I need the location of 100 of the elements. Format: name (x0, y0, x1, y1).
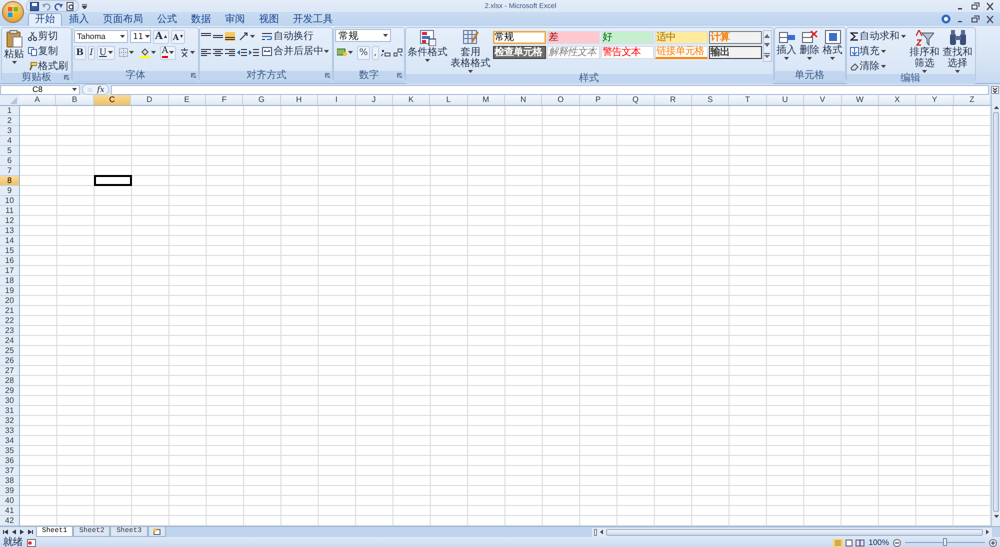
format-painter-button[interactable]: 格式刷 (26, 59, 70, 73)
scroll-right-icon[interactable] (985, 529, 990, 535)
expand-icon[interactable] (991, 86, 999, 94)
find-select-button[interactable]: 查找和 选择 (942, 29, 974, 74)
row-header[interactable]: 28 (0, 376, 19, 386)
decrease-indent-icon[interactable] (237, 48, 248, 57)
row-header[interactable]: 35 (0, 446, 19, 456)
macro-record-icon[interactable] (27, 538, 36, 546)
office-button[interactable] (3, 2, 23, 22)
number-format-dropdown[interactable]: 常规 (335, 29, 392, 42)
row-header[interactable]: 36 (0, 456, 19, 466)
insert-button[interactable]: 插入 (776, 29, 798, 61)
align-right-icon[interactable] (225, 48, 236, 57)
row-header[interactable]: 17 (0, 266, 19, 276)
column-header[interactable]: Y (916, 95, 954, 105)
column-header[interactable]: J (356, 95, 393, 105)
align-middle-icon[interactable] (213, 32, 224, 41)
italic-button[interactable]: I (88, 46, 96, 60)
dialog-launcher-icon[interactable] (396, 73, 402, 78)
row-header[interactable]: 19 (0, 286, 19, 296)
borders-button[interactable] (116, 46, 136, 60)
next-sheet-icon[interactable] (19, 529, 25, 535)
close-icon[interactable] (984, 14, 996, 24)
column-header[interactable]: G (243, 95, 281, 105)
scroll-left-icon[interactable] (599, 529, 604, 535)
column-header[interactable]: P (580, 95, 618, 105)
row-header[interactable]: 41 (0, 506, 19, 516)
column-header[interactable]: Q (617, 95, 655, 105)
save-icon[interactable] (30, 2, 39, 10)
merge-center-button[interactable]: 合并后居中 (260, 44, 332, 58)
first-sheet-icon[interactable] (3, 529, 9, 535)
horizontal-scrollbar[interactable] (592, 528, 992, 536)
row-header[interactable]: 31 (0, 406, 19, 416)
column-header[interactable]: I (318, 95, 356, 105)
cell-style[interactable]: 常规 (492, 31, 546, 44)
vertical-scrollbar[interactable] (991, 95, 1000, 526)
column-header[interactable]: K (392, 95, 430, 105)
row-header[interactable]: 39 (0, 486, 19, 496)
format-button[interactable]: 格式 (822, 29, 844, 61)
row-header[interactable]: 25 (0, 346, 19, 356)
ribbon-tab[interactable]: 视图 (252, 13, 286, 26)
phonetic-guide-button[interactable] (178, 46, 198, 60)
zoom-in-icon[interactable] (989, 538, 997, 546)
ribbon-tab[interactable]: 公式 (150, 13, 184, 26)
row-header[interactable]: 11 (0, 206, 19, 216)
scroll-thumb[interactable] (993, 112, 999, 512)
column-header[interactable]: O (542, 95, 580, 105)
ribbon-tab[interactable]: 页面布局 (96, 13, 150, 26)
align-bottom-icon[interactable] (225, 32, 236, 41)
ribbon-tab[interactable]: 插入 (62, 13, 96, 26)
row-header[interactable]: 30 (0, 396, 19, 406)
column-header[interactable]: S (692, 95, 730, 105)
row-header[interactable]: 27 (0, 366, 19, 376)
row-header[interactable]: 34 (0, 436, 19, 446)
row-header[interactable]: 4 (0, 136, 19, 146)
align-left-icon[interactable] (201, 48, 212, 57)
delete-button[interactable]: 删除 (798, 29, 821, 61)
column-header[interactable]: A (19, 95, 56, 105)
scroll-thumb[interactable] (606, 528, 983, 536)
redo-icon[interactable] (54, 2, 63, 10)
formula-input[interactable] (111, 84, 989, 94)
row-header[interactable]: 18 (0, 276, 19, 286)
row-header[interactable]: 12 (0, 216, 19, 226)
customize-icon[interactable] (82, 4, 87, 8)
grow-font-button[interactable]: A (153, 30, 169, 44)
row-header[interactable]: 22 (0, 316, 19, 326)
zoom-out-icon[interactable] (893, 538, 901, 546)
align-center-icon[interactable] (213, 48, 224, 57)
column-header[interactable]: F (206, 95, 244, 105)
row-header[interactable]: 8 (0, 176, 19, 186)
column-header[interactable]: L (430, 95, 468, 105)
cell-style[interactable]: 适中 (654, 31, 708, 44)
page-break-icon[interactable] (854, 538, 865, 546)
insert-function-button[interactable]: fx (97, 86, 104, 94)
conditional-formatting-button[interactable]: 条件格式 (406, 29, 449, 63)
column-header[interactable]: R (654, 95, 692, 105)
paste-button[interactable]: 粘贴 (3, 29, 25, 65)
row-header[interactable]: 21 (0, 306, 19, 316)
column-header[interactable]: D (131, 95, 169, 105)
row-header[interactable]: 23 (0, 326, 19, 336)
scroll-down-icon[interactable] (764, 43, 770, 48)
clear-button[interactable]: 清除 (848, 59, 908, 73)
increase-decimal-icon[interactable] (380, 48, 391, 57)
column-header[interactable]: X (878, 95, 916, 105)
row-header[interactable]: 15 (0, 246, 19, 256)
slider-thumb[interactable] (943, 538, 947, 546)
last-sheet-icon[interactable] (27, 529, 33, 535)
row-header[interactable]: 26 (0, 356, 19, 366)
normal-view-icon[interactable] (832, 538, 843, 546)
ribbon-tab[interactable]: 开发工具 (286, 13, 340, 26)
font-name-dropdown[interactable]: Tahoma (74, 30, 128, 43)
fill-color-button[interactable] (138, 46, 158, 60)
copy-button[interactable]: 复制 (26, 44, 70, 58)
row-header[interactable]: 40 (0, 496, 19, 506)
increase-indent-icon[interactable] (249, 48, 260, 57)
ribbon-tab[interactable]: 开始 (28, 13, 62, 26)
row-header[interactable]: 2 (0, 116, 19, 126)
comma-style-button[interactable]: , (372, 46, 379, 60)
cell-style[interactable]: 解释性文本 (546, 46, 600, 59)
shrink-font-button[interactable]: A (170, 30, 185, 44)
